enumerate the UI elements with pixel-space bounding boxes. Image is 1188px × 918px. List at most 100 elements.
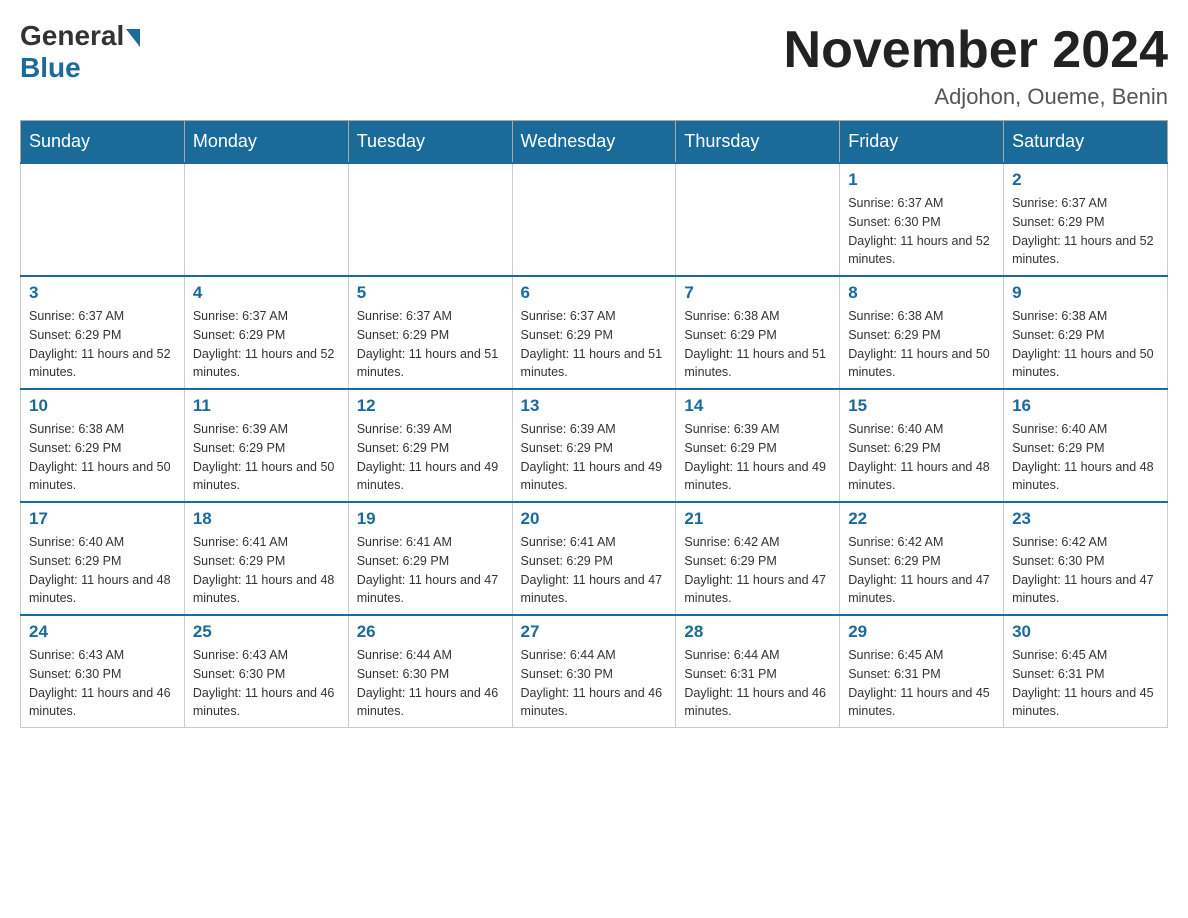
calendar-cell: 19 Sunrise: 6:41 AM Sunset: 6:29 PM Dayli… xyxy=(348,502,512,615)
day-info: Sunrise: 6:39 AM Sunset: 6:29 PM Dayligh… xyxy=(684,420,831,495)
day-number: 11 xyxy=(193,396,340,416)
day-number: 24 xyxy=(29,622,176,642)
calendar-cell: 30Sunrise: 6:45 AM Sunset: 6:31 PM Dayli… xyxy=(1004,615,1168,728)
calendar-cell: 7 Sunrise: 6:38 AM Sunset: 6:29 PM Daylig… xyxy=(676,276,840,389)
calendar-week-row: 24 Sunrise: 6:43 AM Sunset: 6:30 PM Dayli… xyxy=(21,615,1168,728)
calendar-cell xyxy=(21,163,185,276)
day-of-week-header: Friday xyxy=(840,121,1004,164)
logo-arrow-icon xyxy=(126,29,140,47)
day-info: Sunrise: 6:42 AM Sunset: 6:29 PM Dayligh… xyxy=(848,533,995,608)
day-info: Sunrise: 6:40 AM Sunset: 6:29 PM Dayligh… xyxy=(848,420,995,495)
day-info: Sunrise: 6:38 AM Sunset: 6:29 PM Dayligh… xyxy=(848,307,995,382)
day-info: Sunrise: 6:45 AM Sunset: 6:31 PM Dayligh… xyxy=(848,646,995,721)
day-number: 16 xyxy=(1012,396,1159,416)
calendar-cell: 27 Sunrise: 6:44 AM Sunset: 6:30 PM Dayli… xyxy=(512,615,676,728)
calendar-cell: 21 Sunrise: 6:42 AM Sunset: 6:29 PM Dayli… xyxy=(676,502,840,615)
day-info: Sunrise: 6:40 AM Sunset: 6:29 PM Dayligh… xyxy=(29,533,176,608)
day-of-week-header: Thursday xyxy=(676,121,840,164)
day-number: 27 xyxy=(521,622,668,642)
day-of-week-header: Wednesday xyxy=(512,121,676,164)
day-info: Sunrise: 6:43 AM Sunset: 6:30 PM Dayligh… xyxy=(29,646,176,721)
day-number: 28 xyxy=(684,622,831,642)
day-number: 12 xyxy=(357,396,504,416)
day-number: 6 xyxy=(521,283,668,303)
day-number: 17 xyxy=(29,509,176,529)
calendar-header-row: SundayMondayTuesdayWednesdayThursdayFrid… xyxy=(21,121,1168,164)
day-number: 2 xyxy=(1012,170,1159,190)
calendar-cell: 29 Sunrise: 6:45 AM Sunset: 6:31 PM Dayli… xyxy=(840,615,1004,728)
day-info: Sunrise: 6:42 AM Sunset: 6:29 PM Dayligh… xyxy=(684,533,831,608)
day-number: 15 xyxy=(848,396,995,416)
day-number: 19 xyxy=(357,509,504,529)
day-number: 21 xyxy=(684,509,831,529)
day-of-week-header: Monday xyxy=(184,121,348,164)
location-title: Adjohon, Oueme, Benin xyxy=(784,84,1168,110)
calendar-cell: 17 Sunrise: 6:40 AM Sunset: 6:29 PM Dayli… xyxy=(21,502,185,615)
calendar-cell: 14Sunrise: 6:39 AM Sunset: 6:29 PM Dayli… xyxy=(676,389,840,502)
calendar-cell: 4Sunrise: 6:37 AM Sunset: 6:29 PM Daylig… xyxy=(184,276,348,389)
day-info: Sunrise: 6:39 AM Sunset: 6:29 PM Dayligh… xyxy=(193,420,340,495)
calendar-cell: 13 Sunrise: 6:39 AM Sunset: 6:29 PM Dayli… xyxy=(512,389,676,502)
calendar-cell: 2 Sunrise: 6:37 AM Sunset: 6:29 PM Daylig… xyxy=(1004,163,1168,276)
day-info: Sunrise: 6:44 AM Sunset: 6:31 PM Dayligh… xyxy=(684,646,831,721)
calendar-cell: 12 Sunrise: 6:39 AM Sunset: 6:29 PM Dayli… xyxy=(348,389,512,502)
calendar-cell: 3Sunrise: 6:37 AM Sunset: 6:29 PM Daylig… xyxy=(21,276,185,389)
calendar-cell: 16 Sunrise: 6:40 AM Sunset: 6:29 PM Dayli… xyxy=(1004,389,1168,502)
day-number: 4 xyxy=(193,283,340,303)
day-number: 18 xyxy=(193,509,340,529)
day-info: Sunrise: 6:37 AM Sunset: 6:29 PM Dayligh… xyxy=(521,307,668,382)
calendar-week-row: 17 Sunrise: 6:40 AM Sunset: 6:29 PM Dayli… xyxy=(21,502,1168,615)
day-info: Sunrise: 6:38 AM Sunset: 6:29 PM Dayligh… xyxy=(29,420,176,495)
calendar-cell: 15 Sunrise: 6:40 AM Sunset: 6:29 PM Dayli… xyxy=(840,389,1004,502)
calendar-cell xyxy=(512,163,676,276)
day-info: Sunrise: 6:41 AM Sunset: 6:29 PM Dayligh… xyxy=(357,533,504,608)
logo: General Blue xyxy=(20,20,140,84)
day-info: Sunrise: 6:37 AM Sunset: 6:29 PM Dayligh… xyxy=(29,307,176,382)
day-info: Sunrise: 6:44 AM Sunset: 6:30 PM Dayligh… xyxy=(357,646,504,721)
day-info: Sunrise: 6:39 AM Sunset: 6:29 PM Dayligh… xyxy=(357,420,504,495)
day-info: Sunrise: 6:41 AM Sunset: 6:29 PM Dayligh… xyxy=(521,533,668,608)
day-of-week-header: Sunday xyxy=(21,121,185,164)
calendar-week-row: 3Sunrise: 6:37 AM Sunset: 6:29 PM Daylig… xyxy=(21,276,1168,389)
day-info: Sunrise: 6:45 AM Sunset: 6:31 PM Dayligh… xyxy=(1012,646,1159,721)
day-info: Sunrise: 6:41 AM Sunset: 6:29 PM Dayligh… xyxy=(193,533,340,608)
day-number: 8 xyxy=(848,283,995,303)
day-info: Sunrise: 6:37 AM Sunset: 6:29 PM Dayligh… xyxy=(1012,194,1159,269)
calendar-cell: 6 Sunrise: 6:37 AM Sunset: 6:29 PM Daylig… xyxy=(512,276,676,389)
day-info: Sunrise: 6:40 AM Sunset: 6:29 PM Dayligh… xyxy=(1012,420,1159,495)
calendar-cell: 8 Sunrise: 6:38 AM Sunset: 6:29 PM Daylig… xyxy=(840,276,1004,389)
calendar-cell: 26Sunrise: 6:44 AM Sunset: 6:30 PM Dayli… xyxy=(348,615,512,728)
day-number: 1 xyxy=(848,170,995,190)
calendar-cell xyxy=(184,163,348,276)
calendar-cell: 9Sunrise: 6:38 AM Sunset: 6:29 PM Daylig… xyxy=(1004,276,1168,389)
day-of-week-header: Tuesday xyxy=(348,121,512,164)
day-of-week-header: Saturday xyxy=(1004,121,1168,164)
calendar-cell: 1 Sunrise: 6:37 AM Sunset: 6:30 PM Daylig… xyxy=(840,163,1004,276)
day-info: Sunrise: 6:42 AM Sunset: 6:30 PM Dayligh… xyxy=(1012,533,1159,608)
day-info: Sunrise: 6:39 AM Sunset: 6:29 PM Dayligh… xyxy=(521,420,668,495)
calendar-cell: 22Sunrise: 6:42 AM Sunset: 6:29 PM Dayli… xyxy=(840,502,1004,615)
calendar-cell xyxy=(676,163,840,276)
calendar-week-row: 1 Sunrise: 6:37 AM Sunset: 6:30 PM Daylig… xyxy=(21,163,1168,276)
day-number: 20 xyxy=(521,509,668,529)
title-section: November 2024 Adjohon, Oueme, Benin xyxy=(784,20,1168,110)
day-info: Sunrise: 6:37 AM Sunset: 6:30 PM Dayligh… xyxy=(848,194,995,269)
day-number: 29 xyxy=(848,622,995,642)
calendar-cell: 25 Sunrise: 6:43 AM Sunset: 6:30 PM Dayli… xyxy=(184,615,348,728)
day-number: 9 xyxy=(1012,283,1159,303)
day-info: Sunrise: 6:44 AM Sunset: 6:30 PM Dayligh… xyxy=(521,646,668,721)
day-info: Sunrise: 6:38 AM Sunset: 6:29 PM Dayligh… xyxy=(684,307,831,382)
day-number: 25 xyxy=(193,622,340,642)
calendar-cell: 28 Sunrise: 6:44 AM Sunset: 6:31 PM Dayli… xyxy=(676,615,840,728)
day-info: Sunrise: 6:37 AM Sunset: 6:29 PM Dayligh… xyxy=(357,307,504,382)
logo-blue-text: Blue xyxy=(20,52,81,84)
day-number: 13 xyxy=(521,396,668,416)
day-info: Sunrise: 6:43 AM Sunset: 6:30 PM Dayligh… xyxy=(193,646,340,721)
calendar-cell: 24 Sunrise: 6:43 AM Sunset: 6:30 PM Dayli… xyxy=(21,615,185,728)
day-number: 23 xyxy=(1012,509,1159,529)
calendar-cell: 20 Sunrise: 6:41 AM Sunset: 6:29 PM Dayli… xyxy=(512,502,676,615)
page-header: General Blue November 2024 Adjohon, Ouem… xyxy=(20,20,1168,110)
day-number: 7 xyxy=(684,283,831,303)
calendar-cell: 18 Sunrise: 6:41 AM Sunset: 6:29 PM Dayli… xyxy=(184,502,348,615)
logo-general-text: General xyxy=(20,20,124,52)
